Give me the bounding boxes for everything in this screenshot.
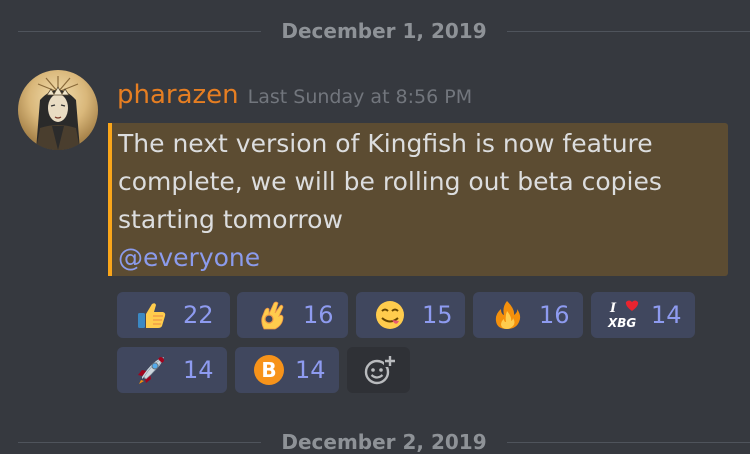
divider-line <box>506 441 750 443</box>
savoring-food-face-icon <box>372 297 408 333</box>
avatar[interactable] <box>18 70 98 150</box>
divider-line <box>18 30 262 32</box>
ok-hand-icon <box>253 297 289 333</box>
reaction-ok-hand[interactable]: 16 <box>237 292 348 338</box>
date-divider: December 1, 2019 <box>18 19 750 43</box>
reaction-count: 14 <box>295 356 326 384</box>
reaction-i-love-xbg[interactable]: I XBG 14 <box>591 292 695 338</box>
add-reaction-button[interactable] <box>347 347 410 393</box>
rocket-icon <box>133 352 169 388</box>
reaction-count: 14 <box>651 301 682 329</box>
reaction-savoring-food[interactable]: 15 <box>356 292 465 338</box>
date-divider-label: December 2, 2019 <box>281 430 487 454</box>
date-divider-label: December 1, 2019 <box>281 19 487 43</box>
reaction-rocket[interactable]: 14 <box>117 347 227 393</box>
thumbs-up-icon <box>133 297 169 333</box>
divider-line <box>506 30 750 32</box>
svg-text:B: B <box>261 358 276 382</box>
reaction-count: 15 <box>422 301 453 329</box>
i-love-xbg-icon: I XBG <box>605 297 641 333</box>
add-reaction-icon <box>364 355 396 385</box>
message-header: pharazen Last Sunday at 8:56 PM <box>117 80 472 110</box>
message-timestamp[interactable]: Last Sunday at 8:56 PM <box>248 86 472 108</box>
date-divider: December 2, 2019 <box>18 430 750 454</box>
reaction-fire[interactable]: 16 <box>473 292 583 338</box>
reaction-count: 16 <box>303 301 334 329</box>
reaction-bitcoin[interactable]: B 14 <box>235 347 339 393</box>
everyone-mention[interactable]: @everyone <box>118 239 260 277</box>
avatar-image <box>18 70 98 150</box>
divider-line <box>18 441 262 443</box>
reaction-thumbs-up[interactable]: 22 <box>117 292 230 338</box>
reaction-count: 14 <box>183 356 214 384</box>
bitcoin-icon: B <box>251 352 287 388</box>
message-text: The next version of Kingfish is now feat… <box>118 129 662 234</box>
svg-text:I: I <box>609 301 617 316</box>
fire-icon <box>489 297 525 333</box>
reaction-count: 22 <box>183 301 214 329</box>
svg-text:XBG: XBG <box>607 316 636 330</box>
message-highlight: The next version of Kingfish is now feat… <box>108 123 728 276</box>
username[interactable]: pharazen <box>117 80 239 110</box>
reaction-count: 16 <box>539 301 570 329</box>
